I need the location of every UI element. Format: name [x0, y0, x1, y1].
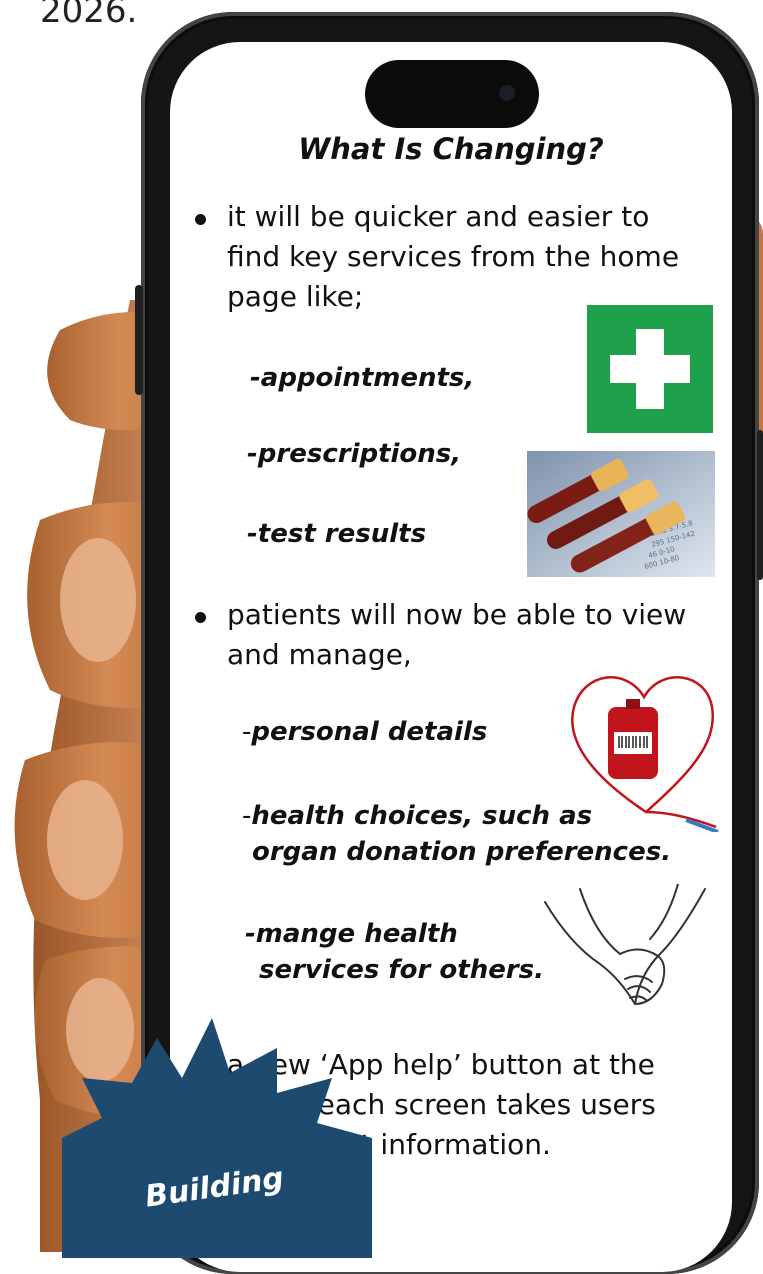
- bullet-line: find key services from the home: [227, 240, 680, 273]
- first-aid-icon: [587, 305, 713, 433]
- bullet-line: patients will now be able to view: [227, 598, 687, 631]
- service-appointments: -appointments,: [250, 363, 475, 393]
- holding-hands-icon: [540, 883, 712, 1030]
- bullet-dot: [195, 214, 206, 225]
- health-choices-line: health choices, such as: [251, 801, 593, 831]
- service-prescriptions: -prescriptions,: [247, 439, 462, 469]
- bullet-line: it will be quicker and easier to: [227, 200, 650, 233]
- manage-personal-details: -personal details: [242, 714, 487, 750]
- badge-starburst: [62, 1018, 372, 1258]
- camera-icon: [499, 85, 515, 101]
- bullet-text: it will be quicker and easier to find ke…: [227, 197, 679, 317]
- service-test-results: -test results: [247, 519, 427, 549]
- test-tubes-image: 20.3 3.7-5.8 295 150-142 46 0-10 600 10-…: [527, 451, 715, 577]
- personal-details-text: personal details: [251, 717, 488, 747]
- phone-side-button: [135, 285, 143, 395]
- others-line: services for others.: [259, 955, 545, 985]
- dash: -: [242, 801, 252, 831]
- page-title: What Is Changing?: [298, 132, 604, 166]
- dynamic-island: [365, 60, 539, 128]
- manage-others: -mange health services for others.: [245, 916, 544, 988]
- blood-bag-heart-icon: [566, 662, 726, 834]
- phone-side-button: [757, 430, 763, 580]
- dash: -: [242, 717, 252, 747]
- others-line: -mange health: [245, 919, 458, 949]
- health-choices-line: organ donation preferences.: [252, 837, 672, 867]
- bullet-dot: [195, 612, 206, 623]
